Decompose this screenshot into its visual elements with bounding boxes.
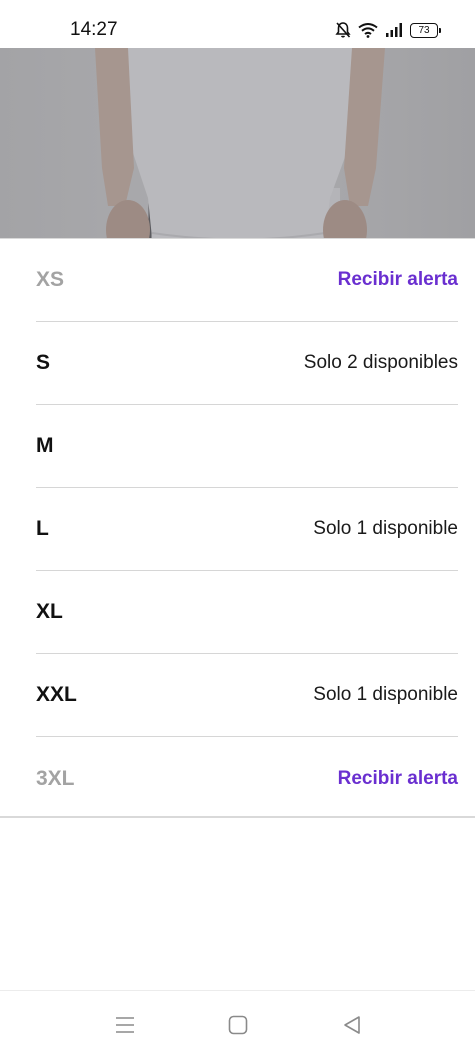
status-time: 14:27: [70, 19, 118, 40]
receive-alert-link[interactable]: Recibir alerta: [338, 768, 458, 790]
size-row-xl[interactable]: XL: [36, 571, 458, 654]
size-label: XXL: [36, 683, 77, 706]
status-icons: 73: [335, 20, 441, 40]
size-row-3xl[interactable]: 3XL Recibir alerta: [36, 737, 458, 820]
size-label: L: [36, 517, 49, 540]
back-icon[interactable]: [340, 1013, 364, 1037]
size-row-l[interactable]: L Solo 1 disponible: [36, 488, 458, 571]
size-label: XL: [36, 600, 63, 623]
size-label: M: [36, 434, 54, 457]
status-bar: 14:27 73: [0, 0, 475, 48]
bell-off-icon: [335, 22, 351, 38]
size-label: XS: [36, 268, 65, 291]
system-nav-bar: [0, 990, 475, 1057]
signal-icon: [386, 23, 402, 37]
battery-level: 73: [410, 22, 438, 38]
size-label: 3XL: [36, 766, 75, 790]
size-row-m[interactable]: M: [36, 405, 458, 488]
home-icon[interactable]: [226, 1013, 250, 1037]
size-row-xs[interactable]: XS Recibir alerta: [36, 239, 458, 322]
battery-icon: 73: [410, 22, 441, 38]
size-list: XS Recibir alerta S Solo 2 disponibles M…: [0, 238, 475, 818]
menu-icon[interactable]: [113, 1013, 137, 1037]
size-row-s[interactable]: S Solo 2 disponibles: [36, 322, 458, 405]
stock-note: Solo 1 disponible: [313, 684, 458, 705]
stock-note: Solo 1 disponible: [313, 518, 458, 539]
size-label: S: [36, 351, 51, 374]
product-hero-image: [0, 48, 475, 238]
stock-note: Solo 2 disponibles: [303, 352, 458, 373]
size-row-xxl[interactable]: XXL Solo 1 disponible: [36, 654, 458, 737]
receive-alert-link[interactable]: Recibir alerta: [338, 269, 458, 291]
wifi-icon: [358, 23, 378, 38]
